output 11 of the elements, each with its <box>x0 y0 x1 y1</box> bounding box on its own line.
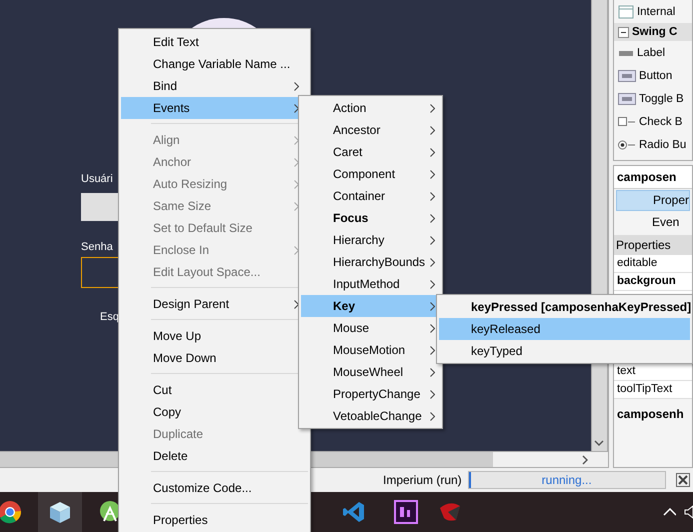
property-name: backgroun <box>614 273 692 291</box>
property-name: editable <box>614 255 692 273</box>
progress-bar: running... <box>468 471 666 489</box>
form-label: Esq <box>100 311 119 323</box>
form-label: Usuári <box>81 173 113 185</box>
inspector-footer: camposenh <box>614 399 692 429</box>
form-label: Senha <box>81 241 113 253</box>
property-name: toolTipText <box>614 381 692 399</box>
inspector-title: camposen <box>614 166 692 189</box>
project-label: Imperium (run) <box>383 473 462 487</box>
property-name: text <box>614 363 692 381</box>
